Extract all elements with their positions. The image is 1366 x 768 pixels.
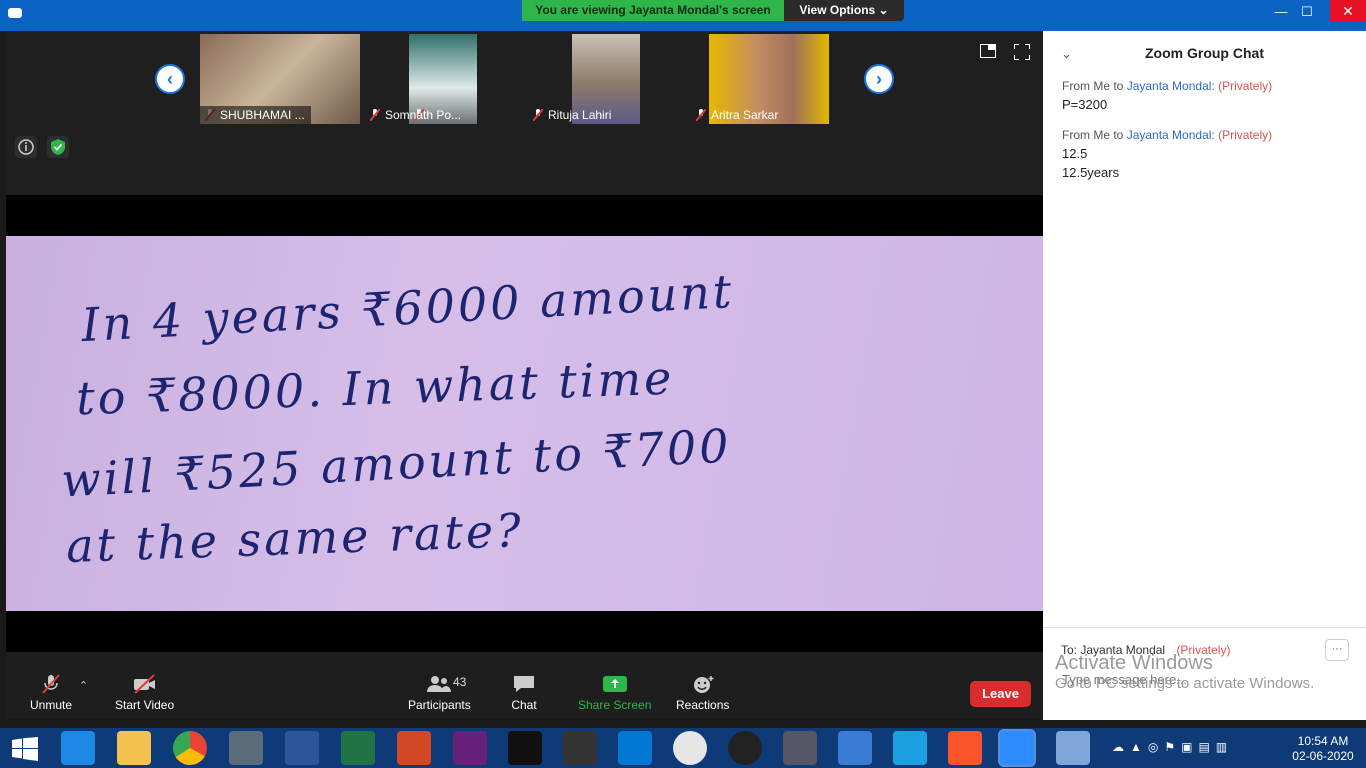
viewing-screen-banner: You are viewing Jayanta Mondal's screen — [522, 0, 784, 21]
word-icon[interactable] — [285, 731, 319, 765]
previous-page-arrow-icon[interactable]: ‹ — [155, 64, 185, 94]
unmute-label: Unmute — [30, 698, 73, 712]
more-options-button[interactable]: ··· — [1325, 639, 1349, 661]
layout-view-icon[interactable] — [980, 44, 996, 58]
chat-bubble-icon — [514, 676, 534, 692]
watermark-subtitle: Go to PC settings to activate Windows. — [1055, 675, 1315, 692]
note-line: will ₹525 amount to ₹700 — [60, 418, 733, 508]
note-line: In 4 years ₹6000 amount — [80, 263, 736, 353]
message-from: From Me to — [1062, 79, 1124, 93]
obs-icon[interactable] — [728, 731, 762, 765]
app-icon[interactable] — [229, 731, 263, 765]
info-icon[interactable] — [15, 136, 37, 158]
message-privacy-tag: (Privately) — [1218, 79, 1273, 93]
file-explorer-icon[interactable] — [117, 731, 151, 765]
view-options-button[interactable]: View Options ⌄ — [784, 0, 904, 21]
muted-mic-icon — [696, 109, 706, 121]
paint-icon[interactable] — [1056, 731, 1090, 765]
chat-title: Zoom Group Chat — [1145, 45, 1264, 61]
app-icon[interactable] — [893, 731, 927, 765]
activate-windows-watermark: Activate Windows Go to PC settings to ac… — [1055, 652, 1314, 692]
share-screen-icon — [602, 676, 627, 692]
note-line: to ₹8000. In what time — [75, 350, 676, 426]
system-tray-icons[interactable]: ☁▲◎⚑▣▤▥ — [1112, 740, 1262, 756]
vscode-icon[interactable] — [618, 731, 652, 765]
message-text: 12.5years — [1062, 165, 1120, 180]
zoom-app-icon — [8, 8, 22, 18]
brave-icon[interactable] — [948, 731, 982, 765]
clock-time: 10:54 AM — [1297, 734, 1349, 748]
participants-icon — [427, 676, 452, 692]
share-screen-label: Share Screen — [578, 698, 652, 712]
command-prompt-icon[interactable] — [508, 731, 542, 765]
visual-studio-icon[interactable] — [453, 731, 487, 765]
note-line: at the same rate? — [65, 503, 525, 573]
internet-explorer-icon[interactable] — [61, 731, 95, 765]
start-video-button[interactable]: Start Video — [115, 674, 174, 712]
video-strip — [6, 31, 1043, 195]
fullscreen-icon[interactable] — [1014, 44, 1030, 60]
chrome-icon[interactable] — [173, 731, 207, 765]
app-icon[interactable] — [783, 731, 817, 765]
message-text: 12.5 — [1062, 146, 1088, 161]
message-text: P=3200 — [1062, 97, 1108, 112]
share-screen-button[interactable]: Share Screen — [578, 674, 651, 712]
zoom-taskbar-icon[interactable] — [1000, 731, 1034, 765]
close-window-button[interactable]: ✕ — [1330, 0, 1366, 22]
message-privacy-tag: (Privately) — [1218, 128, 1273, 142]
message-header: From Me to Jayanta Mondal: (Privately) — [1062, 128, 1352, 142]
start-video-label: Start Video — [115, 698, 175, 712]
muted-mic-icon — [42, 674, 60, 694]
taskbar-clock[interactable]: 10:54 AM 02-06-2020 — [1283, 734, 1363, 764]
clock-date: 02-06-2020 — [1292, 749, 1354, 763]
maximize-button[interactable]: ☐ — [1292, 4, 1322, 22]
security-shield-icon[interactable] — [47, 136, 69, 158]
reactions-smiley-icon — [693, 676, 714, 693]
next-page-arrow-icon[interactable]: › — [864, 64, 894, 94]
message-from: From Me to — [1062, 128, 1124, 142]
shared-handwritten-note: In 4 years ₹6000 amount to ₹8000. In wha… — [6, 236, 1043, 611]
participant-tile[interactable]: SHUBHAMAI ... — [200, 34, 360, 124]
message-header: From Me to Jayanta Mondal: (Privately) — [1062, 79, 1352, 93]
terminal-icon[interactable] — [563, 731, 597, 765]
participant-name: SHUBHAMAI ... — [200, 106, 311, 124]
app-icon[interactable] — [673, 731, 707, 765]
chat-button[interactable]: Chat — [511, 674, 537, 712]
reactions-label: Reactions — [676, 698, 730, 712]
windows-start-icon[interactable] — [12, 737, 38, 761]
audio-options-chevron-icon[interactable]: ⌃ — [79, 679, 88, 692]
excel-icon[interactable] — [341, 731, 375, 765]
participants-count: 43 — [453, 675, 467, 689]
muted-mic-icon — [533, 109, 543, 121]
video-off-icon — [133, 674, 155, 694]
participants-label: Participants — [408, 698, 471, 712]
watermark-title: Activate Windows — [1055, 652, 1213, 674]
chat-message: From Me to Jayanta Mondal: (Privately) P… — [1062, 79, 1352, 112]
chat-message: From Me to Jayanta Mondal: (Privately) 1… — [1062, 128, 1352, 180]
message-recipient-link[interactable]: Jayanta Mondal: — [1127, 79, 1215, 93]
leave-meeting-button[interactable]: Leave — [970, 681, 1031, 707]
unmute-button[interactable]: Unmute — [30, 674, 72, 712]
reactions-button[interactable]: Reactions — [676, 674, 729, 712]
chat-label: Chat — [511, 698, 537, 712]
app-icon[interactable] — [838, 731, 872, 765]
message-recipient-link[interactable]: Jayanta Mondal: — [1127, 128, 1215, 142]
muted-mic-icon — [370, 109, 380, 121]
powerpoint-icon[interactable] — [397, 731, 431, 765]
